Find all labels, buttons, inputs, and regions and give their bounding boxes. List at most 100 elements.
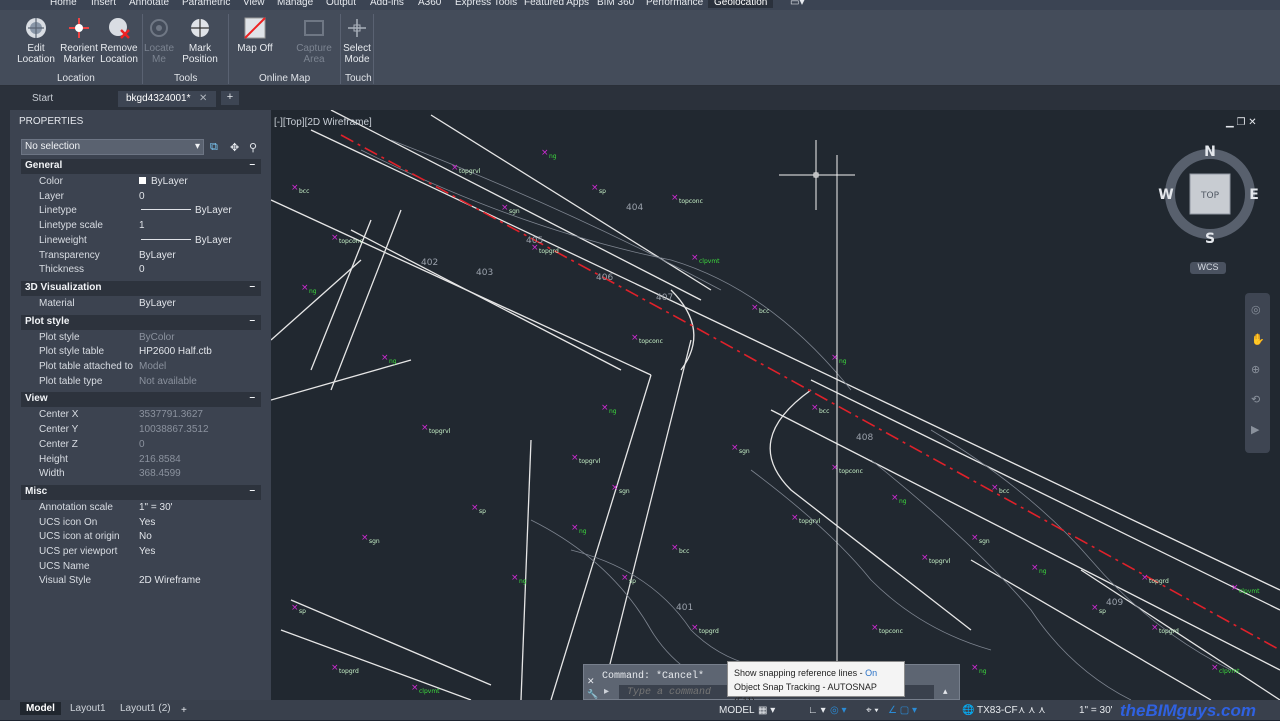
mark-position-button[interactable]: Mark Position [178,14,222,65]
property-row[interactable]: Plot style ByColor [21,332,261,346]
drawing-canvas[interactable]: 402 403 404 405 406 407 408 409 401 × ng×… [271,110,1280,700]
navigation-bar[interactable]: ◎ ✋ ⊕ ⟲ ▶ [1245,293,1270,453]
compass-east[interactable]: E [1249,187,1259,203]
compass-south[interactable]: S [1205,231,1215,246]
model-space-toggle[interactable]: MODEL [719,705,755,716]
ortho-icon[interactable]: ∟ ▾ [808,705,826,716]
command-history-toggle-icon[interactable]: ▴ [943,686,948,697]
property-row[interactable]: UCS per viewport Yes [21,546,261,560]
property-row[interactable]: Layer 0 [21,191,261,205]
close-command-line-icon[interactable]: ✕ [587,676,595,687]
tab-express-tools[interactable]: Express Tools [455,0,517,8]
property-row[interactable]: Linetype scale 1 [21,220,261,234]
property-row[interactable]: UCS icon On Yes [21,517,261,531]
compass-west[interactable]: W [1158,187,1173,203]
quick-select-icon[interactable]: ⚲ [249,141,257,154]
property-row[interactable]: Annotation scale 1" = 30' [21,502,261,516]
property-row[interactable]: Height 216.8584 [21,454,261,468]
property-row[interactable]: Center Y 10038867.3512 [21,424,261,438]
layout-tab-model[interactable]: Model [20,702,61,715]
point-marker-icon: × [731,443,739,453]
map-off-button[interactable]: Map Off [233,14,277,54]
section-0[interactable]: General – [21,159,261,174]
collapse-icon[interactable]: – [249,485,255,496]
toggle-pickadd-icon[interactable]: ⧉ [210,141,218,154]
select-objects-icon[interactable]: ✥ [230,141,239,154]
new-tab-icon[interactable]: + [221,91,239,105]
tab-home[interactable]: Home [50,0,77,8]
close-tab-icon[interactable]: ✕ [199,93,207,104]
tab-add-ins[interactable]: Add-ins [370,0,404,8]
drawing-viewport[interactable]: 402 403 404 405 406 407 408 409 401 × ng ×… [271,110,1280,700]
collapse-icon[interactable]: – [249,159,255,170]
annotation-visibility-icon[interactable]: ⋏ ⋏ ⋏ [1018,705,1046,716]
property-row[interactable]: Color ByLayer [21,176,261,190]
file-tab-start[interactable]: Start [6,91,118,107]
collapse-icon[interactable]: – [249,392,255,403]
tab-bim-360[interactable]: BIM 360 [597,0,634,8]
pan-icon[interactable]: ✋ [1251,333,1265,346]
section-4[interactable]: Misc – [21,484,261,500]
compass-north[interactable]: N [1204,144,1216,160]
property-row[interactable]: Center Z 0 [21,439,261,453]
property-row[interactable]: UCS icon at origin No [21,531,261,545]
grid-icon[interactable]: ▦ ▾ [758,705,775,716]
section-2[interactable]: Plot style – [21,314,261,330]
customize-icon[interactable]: 🔧 [587,689,598,700]
tab-output[interactable]: Output [326,0,356,8]
ribbon-display-toggle-icon[interactable]: ▭▾ [790,0,804,8]
snap-tracking-icon[interactable]: ∠ ▢ ▾ [888,705,917,716]
property-row[interactable]: Linetype ByLayer [21,205,261,219]
property-row[interactable]: Plot table type Not available [21,376,261,390]
locate-me-button[interactable]: Locate Me [137,14,181,65]
capture-area-button[interactable]: Capture Area [292,14,336,65]
layout-tab-layout1-2[interactable]: Layout1 (2) [114,702,177,715]
new-layout-icon[interactable]: + [181,705,187,716]
wcs-menu[interactable]: WCS [1190,262,1226,274]
command-prompt-icon[interactable]: ▸ [604,686,609,697]
showmotion-icon[interactable]: ▶ [1251,423,1259,436]
property-key: UCS icon On [39,516,98,528]
polar-tracking-icon[interactable]: ◎ ▾ [830,705,847,716]
property-row[interactable]: Lineweight ByLayer [21,235,261,249]
section-3[interactable]: View – [21,392,261,408]
remove-location-button[interactable]: Remove Location [97,14,141,65]
property-row[interactable]: Transparency ByLayer [21,250,261,264]
viewcube[interactable]: TOP N S E W [1158,142,1262,246]
zoom-icon[interactable]: ⊕ [1251,363,1260,376]
property-row[interactable]: Visual Style 2D Wireframe [21,575,261,589]
tab-a360[interactable]: A360 [418,0,441,8]
palette-title-strip[interactable] [0,110,10,700]
property-row[interactable]: UCS Name [21,561,261,575]
tab-performance[interactable]: Performance [646,0,703,8]
property-row[interactable]: Thickness 0 [21,264,261,278]
steering-wheel-icon[interactable]: ◎ [1251,303,1261,316]
property-row[interactable]: Center X 3537791.3627 [21,409,261,423]
collapse-icon[interactable]: – [249,281,255,292]
tab-insert[interactable]: Insert [91,0,116,8]
annotation-scale[interactable]: 1" = 30' [1079,705,1113,716]
viewport-controls-label[interactable]: [-][Top][2D Wireframe] [274,117,372,128]
edit-location-button[interactable]: Edit Location [14,14,58,65]
tab-featured-apps[interactable]: Featured Apps [524,0,589,8]
collapse-icon[interactable]: – [249,315,255,326]
section-1[interactable]: 3D Visualization – [21,280,261,296]
coordinate-system-label[interactable]: TX83-CF [977,705,1018,716]
tab-annotate[interactable]: Annotate [129,0,169,8]
viewport-window-controls[interactable]: ▁ ❐ ✕ [1226,117,1257,128]
globe-status-icon[interactable]: 🌐 [962,705,974,716]
tab-view[interactable]: View [243,0,265,8]
selection-dropdown[interactable]: No selection ▾ [21,139,204,155]
property-row[interactable]: Width 368.4599 [21,468,261,482]
property-row[interactable]: Plot style table HP2600 Half.ctb [21,346,261,360]
layout-tab-layout1[interactable]: Layout1 [64,702,112,715]
tab-parametric[interactable]: Parametric [182,0,230,8]
reorient-marker-button[interactable]: Reorient Marker [57,14,101,65]
orbit-icon[interactable]: ⟲ [1251,393,1260,406]
point-marker-icon: × [1141,573,1149,583]
property-row[interactable]: Plot table attached to Model [21,361,261,375]
tab-geolocation[interactable]: Geolocation [708,0,774,8]
tab-manage[interactable]: Manage [277,0,313,8]
property-row[interactable]: Material ByLayer [21,298,261,312]
object-snap-icon[interactable]: ⌖ ▾ [866,705,879,716]
